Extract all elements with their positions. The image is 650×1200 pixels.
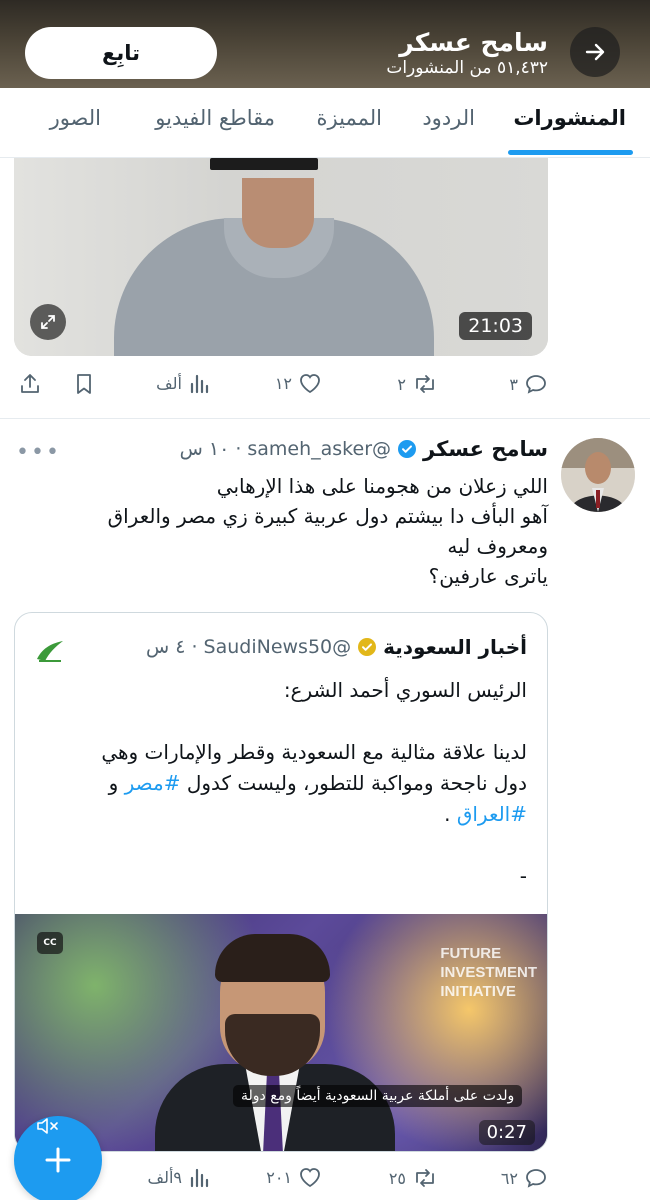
verified-icon: [398, 440, 417, 458]
tweet-text: اللي زعلان من هجومنا على هذا الإرهابي آه…: [28, 471, 548, 591]
quote-author-name: أخبار السعودية: [383, 635, 527, 659]
quote-blank-line: [27, 830, 527, 861]
post-count: ٥١,٤٣٢ من المنشورات: [386, 58, 548, 78]
repost-button[interactable]: ٢٥: [389, 1166, 438, 1190]
quote-period: .: [444, 802, 451, 826]
tab-videos[interactable]: مقاطع الفيديو: [155, 106, 275, 130]
expand-icon: [41, 315, 55, 329]
profile-name: سامح عسكر: [399, 28, 548, 57]
views-count: ألف: [156, 373, 182, 393]
like-button[interactable]: ٢٠١: [266, 1166, 322, 1188]
tab-posts[interactable]: المنشورات: [513, 106, 626, 130]
quote-and: و: [108, 771, 119, 795]
mute-icon: [37, 1118, 58, 1134]
share-icon: [21, 374, 39, 393]
follow-button[interactable]: تابِع: [25, 27, 217, 79]
video-subtitle: ولدت على أملكة عربية السعودية أيضاً ومع …: [233, 1085, 523, 1107]
quote-author-handle: @SaudiNews50: [203, 636, 352, 658]
back-button[interactable]: [570, 27, 620, 77]
reply-count: ٦٢: [500, 1168, 518, 1188]
like-button[interactable]: ١٢: [275, 372, 322, 394]
quote-source-logo: [37, 641, 63, 662]
active-tab-indicator: [508, 150, 633, 155]
video-person-glasses: [210, 158, 318, 170]
video-duration: 21:03: [459, 312, 532, 340]
quote-line-with-hashtag: دول ناجحة ومواكبة للتطور، وليست كدول #مص…: [27, 768, 527, 799]
tweet-dot: ·: [235, 438, 242, 460]
quote-header: أخبار السعودية @SaudiNews50 · ٤ س: [146, 635, 527, 659]
profile-header: سامح عسكر ٥١,٤٣٢ من المنشورات تابِع: [0, 0, 650, 88]
reply-icon: [526, 1169, 546, 1188]
tweet-time: ١٠ س: [179, 438, 230, 460]
quote-dot: ·: [191, 636, 198, 658]
views-button[interactable]: ألف: [156, 372, 210, 394]
video-person-neck: [242, 178, 314, 248]
tab-highlights[interactable]: المميزة: [317, 106, 382, 130]
author-handle[interactable]: @sameh_asker: [247, 438, 391, 460]
quote-video[interactable]: FUTURE INVESTMENT INITIATIVE CC ولدت على…: [15, 914, 547, 1151]
quoted-tweet[interactable]: أخبار السعودية @SaudiNews50 · ٤ س الرئيس…: [14, 612, 548, 1152]
tweet-text-line: ومعروف ليه: [447, 534, 548, 558]
video-duration: 0:27: [478, 1120, 535, 1145]
reply-button[interactable]: ٣: [509, 372, 548, 396]
compose-icon: [45, 1147, 71, 1173]
reply-icon: [526, 375, 546, 394]
tab-replies[interactable]: الردود: [422, 106, 475, 130]
like-count: ١٢: [274, 373, 292, 393]
reply-count: ٣: [509, 374, 518, 394]
profile-tabs: المنشورات الردود المميزة مقاطع الفيديو ا…: [0, 88, 650, 158]
tab-photos[interactable]: الصور: [50, 106, 101, 130]
bookmark-button[interactable]: [74, 372, 94, 396]
share-button[interactable]: [18, 372, 42, 396]
like-icon: [300, 374, 320, 394]
quote-time: ٤ س: [146, 636, 186, 658]
video-watermark: FUTURE INVESTMENT INITIATIVE: [440, 945, 537, 1000]
quote-text: الرئيس السوري أحمد الشرع: لدينا علاقة مث…: [27, 675, 527, 892]
like-count: ٢٠١: [266, 1167, 292, 1187]
more-icon[interactable]: •••: [16, 440, 61, 465]
quote-blank-line: [27, 706, 527, 737]
verified-gold-icon: [358, 638, 377, 656]
hashtag-egypt[interactable]: #مصر: [125, 771, 181, 795]
bookmark-icon: [77, 374, 91, 394]
video-person-hair: [215, 934, 330, 982]
avatar[interactable]: [561, 438, 635, 512]
views-icon: [190, 1168, 209, 1188]
tweet-divider: [0, 418, 650, 419]
hashtag-iraq[interactable]: #العراق: [457, 802, 527, 826]
repost-count: ٢: [397, 374, 406, 394]
tweet-text-line: اللي زعلان من هجومنا على هذا الإرهابي: [216, 474, 548, 498]
tweet-video[interactable]: 21:03: [14, 158, 548, 356]
tweet-actions: ٣ ٢ ١٢ ألف: [0, 366, 650, 406]
avatar-image: [561, 438, 635, 512]
cc-icon[interactable]: CC: [37, 932, 63, 954]
expand-video-button[interactable]: [30, 304, 66, 340]
repost-icon: [416, 375, 434, 393]
quote-line-text: دول ناجحة ومواكبة للتطور، وليست كدول: [186, 771, 527, 795]
tweet-header: سامح عسكر @sameh_asker · ١٠ س: [180, 437, 548, 461]
tweet-text-line: آهو البأف دا بيشتم دول عربية كبيرة زي مص…: [107, 504, 548, 528]
repost-count: ٢٥: [388, 1168, 406, 1188]
repost-button[interactable]: ٢: [397, 372, 438, 396]
views-count: ٩ألف: [147, 1167, 182, 1187]
quote-line: لدينا علاقة مثالية مع السعودية وقطر والإ…: [101, 740, 527, 764]
reply-button[interactable]: ٦٢: [501, 1166, 548, 1190]
tweet-text-line: ياترى عارفين؟: [428, 564, 548, 588]
back-arrow-icon: [585, 43, 605, 61]
like-icon: [300, 1168, 320, 1188]
repost-icon: [416, 1169, 434, 1187]
quote-dash: -: [519, 864, 527, 888]
views-button[interactable]: ٩ألف: [148, 1166, 210, 1188]
views-icon: [190, 374, 209, 394]
quote-line-with-hashtag: #العراق .: [27, 799, 527, 830]
mute-button[interactable]: [30, 1112, 66, 1140]
quote-line: الرئيس السوري أحمد الشرع:: [283, 678, 527, 702]
author-name[interactable]: سامح عسكر: [423, 437, 548, 461]
